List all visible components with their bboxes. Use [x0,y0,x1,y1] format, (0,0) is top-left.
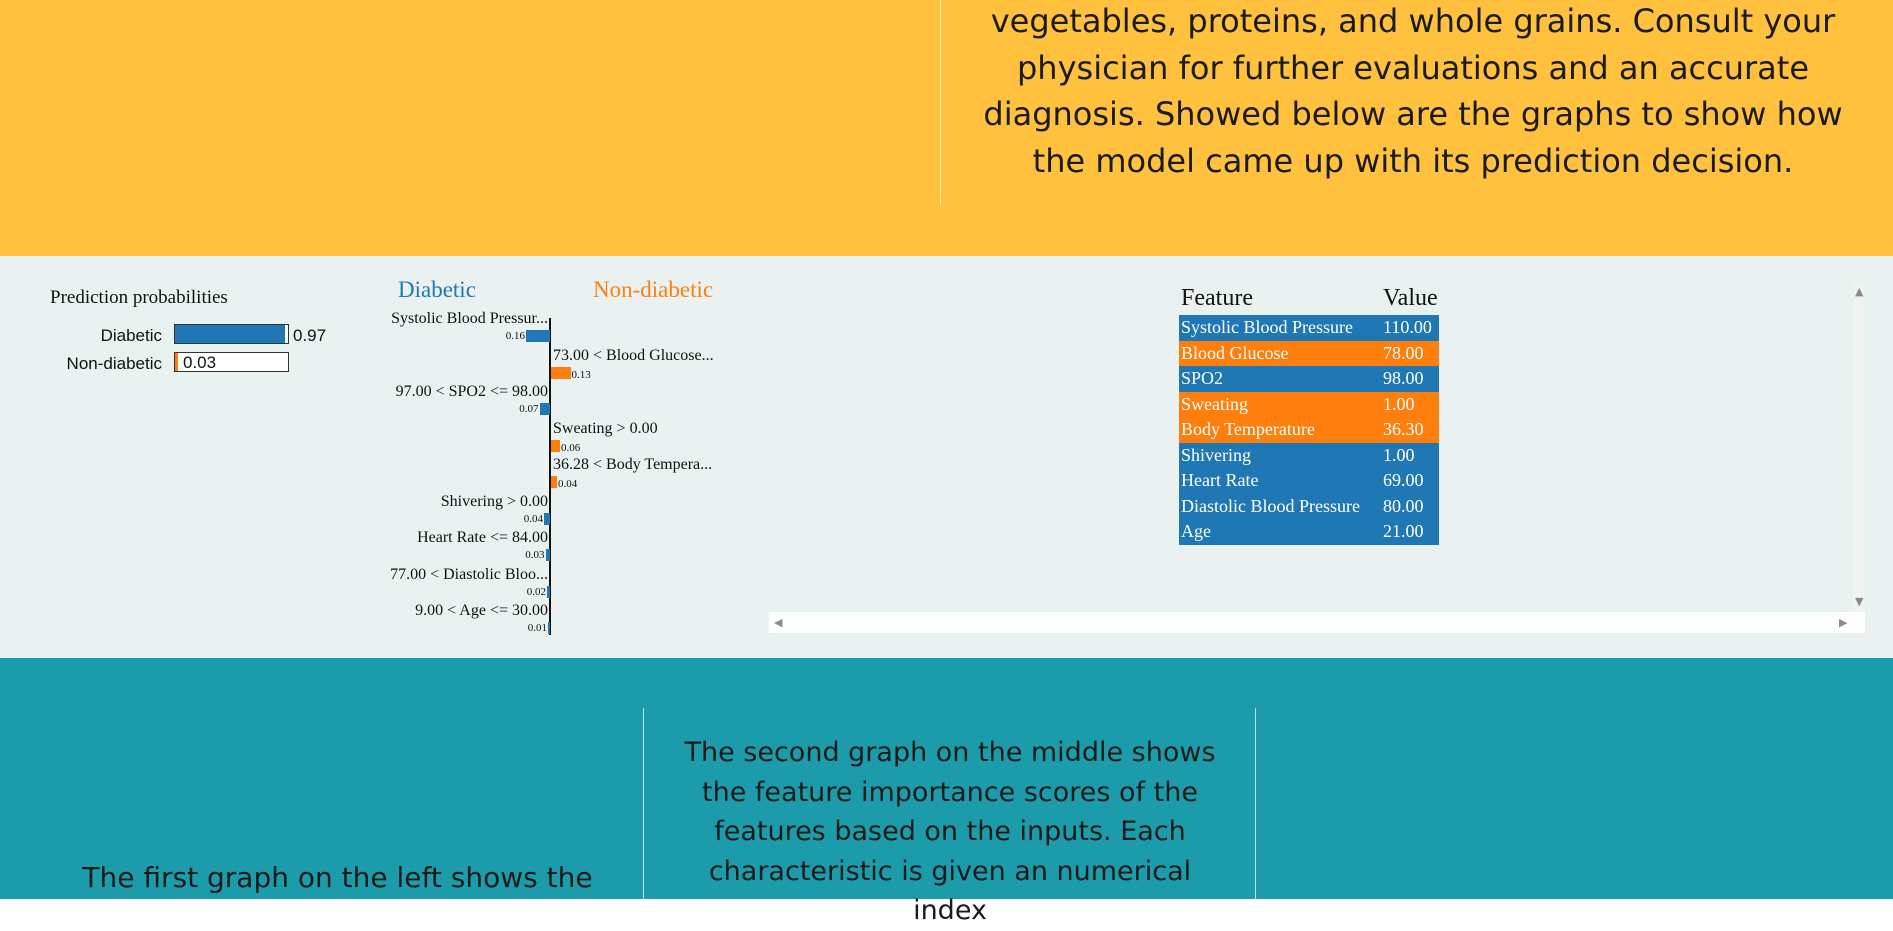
prediction-fill-non-diabetic [175,353,179,371]
table-cell-value: 1.00 [1383,444,1415,465]
table-cell-value: 78.00 [1383,342,1424,363]
importance-label: Systolic Blood Pressur... [391,310,548,327]
scroll-up-icon[interactable]: ▲ [1855,286,1863,297]
top-divider [940,0,941,205]
importance-value: 0.03 [525,549,545,561]
scroll-right-icon[interactable]: ▶ [1839,617,1847,628]
importance-bar [547,585,550,598]
table-cell-feature: Body Temperature [1181,419,1315,439]
importance-label: 36.28 < Body Tempera... [553,456,713,473]
table-cell-feature: Shivering [1181,444,1251,465]
table-header-value: Value [1383,284,1438,311]
importance-label: 77.00 < Diastolic Bloo... [390,565,548,583]
table-cell-value: 21.00 [1383,521,1424,541]
importance-value: 0.13 [571,368,591,381]
prediction-value-diabetic: 0.97 [293,326,327,345]
importance-bar [551,439,560,452]
table-cell-value: 110.00 [1383,317,1432,337]
prediction-label-diabetic: Diabetic [100,326,162,345]
importance-title-non-diabetic: Non-diabetic [593,277,714,302]
importance-value: 0.06 [561,441,581,454]
prediction-bar-non-diabetic: 0.03 [174,352,289,372]
table-cell-feature: Heart Rate [1181,470,1259,490]
table-row: Systolic Blood Pressure 110.00 [1179,315,1439,341]
scroll-down-icon[interactable]: ▼ [1855,596,1863,607]
importance-bar [545,549,550,561]
table-cell-value: 80.00 [1383,495,1424,516]
prediction-label-non-diabetic: Non-diabetic [66,354,162,373]
vertical-scrollbar[interactable]: ▲ ▼ [1854,282,1865,612]
importance-bar [539,403,550,415]
table-cell-feature: Sweating [1181,393,1248,414]
bottom-text-middle: The second graph on the middle shows the… [684,737,1216,926]
importance-value: 0.16 [505,330,525,342]
prediction-fill-diabetic [175,325,285,343]
importance-label: Sweating > 0.00 [553,419,658,437]
table-row: Shivering 1.00 [1179,442,1439,468]
table-row: Heart Rate 69.00 [1179,468,1439,494]
table-row: SPO2 98.00 [1179,366,1439,392]
importance-value: 0.02 [526,585,546,598]
table-header-feature: Feature [1181,284,1253,311]
table-row: Blood Glucose 78.00 [1179,340,1439,366]
table-row: Body Temperature 36.30 [1179,417,1439,443]
table-cell-feature: Blood Glucose [1181,342,1289,363]
importance-label: 97.00 < SPO2 <= 98.00 [395,383,548,400]
table-cell-feature: Systolic Blood Pressure [1181,317,1354,337]
scroll-left-icon[interactable]: ◀ [774,617,782,628]
table-cell-value: 1.00 [1383,393,1415,414]
table-cell-feature: Diastolic Blood Pressure [1181,495,1360,516]
importance-bar [551,476,557,488]
top-description: vegetables, proteins, and whole grains. … [983,2,1843,180]
bottom-text-left: The first graph on the left shows the [82,861,593,894]
table-row: Sweating 1.00 [1179,391,1439,417]
importance-label: Heart Rate <= 84.00 [417,529,548,546]
importance-value: 0.04 [523,512,543,525]
importance-bar [544,512,550,525]
feature-value-table: Feature Value Systolic Blood Pressure 110… [1179,283,1439,545]
importance-bar [526,330,550,342]
table-cell-value: 69.00 [1383,470,1424,490]
horizontal-scrollbar[interactable]: ◀ ▶ [769,612,1854,633]
table-cell-value: 36.30 [1383,419,1424,439]
importance-label: 9.00 < Age <= 30.00 [415,602,548,619]
importance-bar [548,622,550,634]
importance-title-diabetic: Diabetic [398,277,476,302]
importance-value: 0.01 [527,622,547,634]
table-row: Age 21.00 [1179,519,1439,545]
importance-value: 0.07 [519,403,539,415]
table-cell-value: 98.00 [1383,368,1424,388]
bottom-divider-right [1255,708,1256,899]
table-header-row: Feature Value [1179,283,1439,315]
prediction-bar-diabetic [174,324,289,344]
bottom-divider-left [643,708,644,899]
prediction-title: Prediction probabilities [50,287,228,308]
table-cell-feature: Age [1181,521,1211,541]
importance-label: Shivering > 0.00 [440,492,548,510]
prediction-value-non-diabetic: 0.03 [183,353,217,372]
table-cell-feature: SPO2 [1181,368,1224,388]
importance-value: 0.04 [558,478,578,490]
importance-label: 73.00 < Blood Glucose... [553,346,714,364]
table-row: Diastolic Blood Pressure 80.00 [1179,493,1439,519]
importance-bar [551,366,571,379]
